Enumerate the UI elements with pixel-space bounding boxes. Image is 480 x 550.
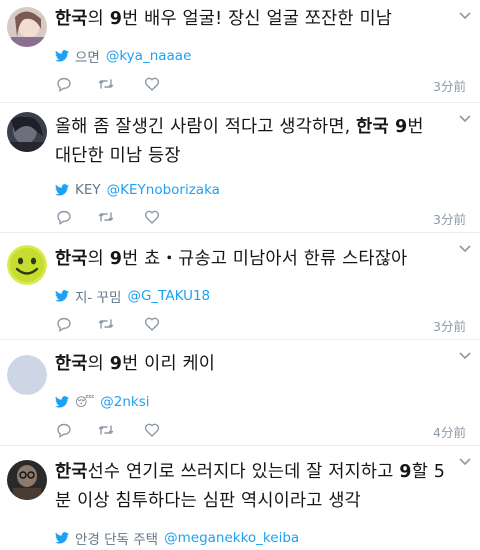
source-name: 지- 꾸밈 bbox=[75, 290, 122, 306]
tweet[interactable]: 한국의 9번 이리 케이 😴 @2nksi 4分前 bbox=[0, 340, 480, 446]
source-name: 😴 bbox=[75, 395, 95, 409]
tweet-source: KEY @KEYnoborizaka bbox=[55, 181, 220, 199]
twitter-bird-icon bbox=[55, 532, 69, 544]
user-handle[interactable]: @meganekko_keiba bbox=[164, 530, 299, 546]
text-span: 의 bbox=[87, 249, 110, 269]
text-bold: 9 bbox=[109, 354, 123, 374]
tweet-text: 한국의 9번 쵸・규송고 미남아서 한류 스타잖아 bbox=[55, 245, 450, 274]
tweet-text: 올해 좀 잘생긴 사람이 적다고 생각하면, 한국 9번 대단한 미남 등장 bbox=[55, 113, 440, 171]
text-bold: 9 bbox=[399, 462, 412, 482]
text-bold: 한국 bbox=[55, 354, 88, 374]
twitter-bird-icon bbox=[55, 50, 69, 62]
tweet-actions bbox=[55, 420, 466, 440]
tweet-source: 으면 @kya_naaae bbox=[55, 47, 192, 66]
like-icon[interactable] bbox=[143, 315, 161, 333]
text-span: 번 쵸・규송고 미남아서 한류 스타잖아 bbox=[122, 249, 408, 269]
avatar[interactable] bbox=[7, 7, 47, 47]
tweet-feed: 한국의 9번 배우 얼굴! 장신 얼굴 쪼잔한 미남 으면 @kya_naaae… bbox=[0, 0, 480, 550]
twitter-bird-icon bbox=[55, 396, 69, 408]
chevron-down-icon[interactable] bbox=[458, 351, 472, 361]
avatar[interactable] bbox=[7, 245, 47, 285]
chevron-down-icon[interactable] bbox=[458, 244, 472, 254]
avatar[interactable] bbox=[7, 460, 47, 500]
timestamp[interactable]: 3分前 bbox=[433, 209, 466, 228]
reply-icon[interactable] bbox=[55, 315, 73, 333]
tweet[interactable]: 올해 좀 잘생긴 사람이 적다고 생각하면, 한국 9번 대단한 미남 등장 K… bbox=[0, 103, 480, 233]
timestamp[interactable]: 3分前 bbox=[433, 316, 466, 335]
user-handle[interactable]: @KEYnoborizaka bbox=[107, 182, 220, 198]
twitter-bird-icon bbox=[55, 290, 69, 302]
text-bold: 9 bbox=[109, 249, 123, 269]
source-name: KEY bbox=[75, 182, 101, 198]
tweet-text: 한국의 9번 배우 얼굴! 장신 얼굴 쪼잔한 미남 bbox=[55, 5, 450, 34]
text-bold: 한국 bbox=[55, 462, 88, 482]
timestamp[interactable]: 4分前 bbox=[433, 422, 466, 441]
tweet-source: 안경 단독 주택 @meganekko_keiba bbox=[55, 529, 299, 548]
retweet-icon[interactable] bbox=[97, 208, 115, 226]
user-handle[interactable]: @kya_naaae bbox=[106, 48, 192, 64]
timestamp[interactable]: 3分前 bbox=[433, 76, 466, 95]
text-span: 올해 좀 잘생긴 사람이 적다고 생각하면, bbox=[55, 117, 357, 137]
tweet-source: 지- 꾸밈 @G_TAKU18 bbox=[55, 287, 210, 306]
tweet-actions bbox=[55, 314, 466, 334]
text-span: 의 bbox=[87, 354, 110, 374]
tweet[interactable]: 한국의 9번 쵸・규송고 미남아서 한류 스타잖아 지- 꾸밈 @G_TAKU1… bbox=[0, 233, 480, 340]
text-span: 선수 연기로 쓰러지다 있는데 잘 저지하고 bbox=[87, 462, 400, 482]
text-bold: 한국 bbox=[55, 9, 88, 29]
reply-icon[interactable] bbox=[55, 421, 73, 439]
retweet-icon[interactable] bbox=[97, 315, 115, 333]
tweet-text: 한국의 9번 이리 케이 bbox=[55, 350, 450, 379]
retweet-icon[interactable] bbox=[97, 421, 115, 439]
tweet-source: 😴 @2nksi bbox=[55, 393, 150, 411]
tweet-text: 한국선수 연기로 쓰러지다 있는데 잘 저지하고 9할 5분 이상 침투하다는 … bbox=[55, 458, 450, 516]
twitter-bird-icon bbox=[55, 184, 69, 196]
text-bold: 한국 9 bbox=[356, 117, 408, 137]
user-handle[interactable]: @2nksi bbox=[100, 394, 149, 410]
retweet-icon[interactable] bbox=[97, 75, 115, 93]
source-name: 안경 단독 주택 bbox=[75, 532, 159, 548]
text-bold: 한국 bbox=[55, 249, 88, 269]
tweet[interactable]: 한국의 9번 배우 얼굴! 장신 얼굴 쪼잔한 미남 으면 @kya_naaae… bbox=[0, 0, 480, 103]
source-name: 으면 bbox=[75, 50, 100, 66]
chevron-down-icon[interactable] bbox=[458, 11, 472, 21]
chevron-down-icon[interactable] bbox=[458, 114, 472, 124]
text-bold: 9 bbox=[109, 9, 123, 29]
like-icon[interactable] bbox=[143, 208, 161, 226]
avatar[interactable] bbox=[7, 112, 47, 152]
like-icon[interactable] bbox=[143, 75, 161, 93]
tweet-actions bbox=[55, 207, 466, 227]
text-span: 의 bbox=[87, 9, 110, 29]
tweet[interactable]: 한국선수 연기로 쓰러지다 있는데 잘 저지하고 9할 5분 이상 침투하다는 … bbox=[0, 446, 480, 550]
tweet-actions bbox=[55, 74, 466, 94]
user-handle[interactable]: @G_TAKU18 bbox=[127, 288, 210, 304]
text-span: 번 배우 얼굴! 장신 얼굴 쪼잔한 미남 bbox=[122, 9, 393, 29]
text-span: 번 이리 케이 bbox=[122, 354, 216, 374]
reply-icon[interactable] bbox=[55, 75, 73, 93]
reply-icon[interactable] bbox=[55, 208, 73, 226]
avatar[interactable] bbox=[7, 355, 47, 395]
chevron-down-icon[interactable] bbox=[458, 457, 472, 467]
like-icon[interactable] bbox=[143, 421, 161, 439]
